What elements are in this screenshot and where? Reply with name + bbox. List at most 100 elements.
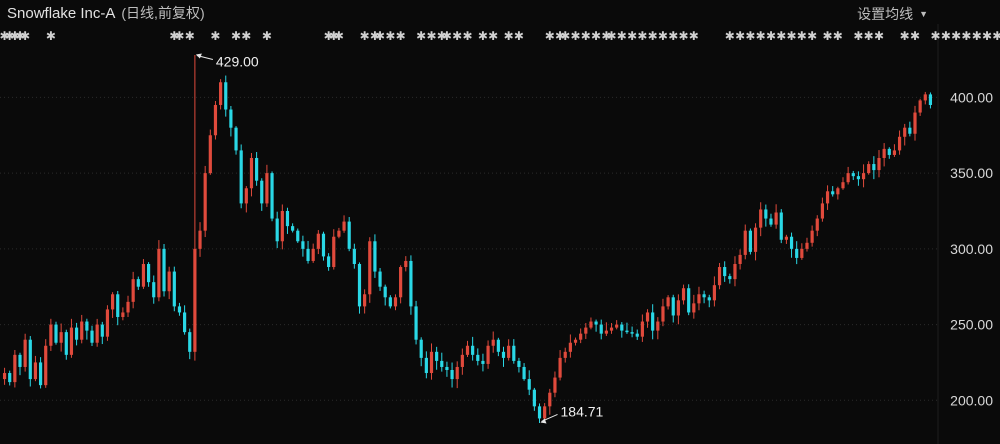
- candle-body: [167, 271, 171, 292]
- candle-body: [95, 324, 99, 343]
- event-marker-icon: ✱: [617, 29, 627, 43]
- event-markers: ✱✱✱✱✱ ✱ ✱✱ ✱ ✱ ✱ ✱ ✱ ✱✱✱ ✱ ✱✱ ✱ ✱ ✱ ✱ ✱✱ ✱ ✱ ✱ ✱ ✱ ✱ ✱ ✱✱ ✱ ✱ ✱ ✱✱ ✱…: [0, 29, 1000, 43]
- candle-body: [69, 327, 74, 355]
- event-marker-icon: ✱: [992, 29, 1000, 43]
- candle-body: [455, 366, 459, 380]
- candle-body: [131, 279, 135, 302]
- candle-body: [424, 357, 428, 374]
- candle-body: [589, 321, 593, 328]
- event-marker-icon: ✱: [545, 29, 555, 43]
- candle-body: [435, 351, 439, 361]
- candle-body: [501, 351, 506, 358]
- event-marker-icon: ✱: [797, 29, 807, 43]
- candle-body: [85, 321, 89, 331]
- candle-body: [146, 263, 151, 283]
- candle-body: [23, 339, 27, 367]
- candle-body: [733, 263, 737, 280]
- event-marker-icon: ✱: [231, 29, 241, 43]
- event-marker-icon: ✱: [735, 29, 745, 43]
- candle-body: [476, 354, 480, 361]
- candle-body: [604, 330, 608, 334]
- candle-body: [393, 297, 398, 307]
- candle-body: [676, 300, 680, 316]
- candle-body: [152, 282, 156, 298]
- candle-body: [846, 173, 850, 183]
- candle-body: [548, 392, 552, 407]
- candle-body: [301, 241, 305, 249]
- candle-body: [609, 327, 614, 331]
- candle-body: [172, 271, 176, 307]
- candle-body: [892, 150, 897, 155]
- candle-body: [661, 306, 665, 322]
- candle-body: [851, 173, 855, 177]
- event-marker-icon: ✱: [910, 29, 920, 43]
- event-marker-icon: ✱: [334, 29, 344, 43]
- candle-body: [897, 136, 902, 151]
- candle-body: [820, 203, 825, 219]
- candle-body: [712, 285, 716, 301]
- event-marker-icon: ✱: [46, 29, 56, 43]
- event-marker-icon: ✱: [20, 29, 30, 43]
- candle-body: [810, 230, 814, 243]
- candle-body: [136, 279, 140, 287]
- candle-body: [440, 360, 444, 367]
- event-marker-icon: ✱: [961, 29, 971, 43]
- candle-body: [414, 306, 418, 340]
- event-marker-icon: ✱: [606, 29, 616, 43]
- event-marker-icon: ✱: [627, 29, 637, 43]
- candle-body: [208, 135, 212, 174]
- event-marker-icon: ✱: [787, 29, 797, 43]
- candle-body: [213, 104, 218, 136]
- candle-body: [769, 218, 773, 225]
- candle-body: [795, 248, 799, 258]
- event-marker-icon: ✱: [679, 29, 689, 43]
- candle-body: [399, 267, 403, 298]
- candle-body: [28, 339, 32, 380]
- event-marker-icon: ✱: [951, 29, 961, 43]
- event-marker-icon: ✱: [504, 29, 514, 43]
- candle-body: [419, 339, 423, 358]
- candle-body: [306, 248, 310, 261]
- candle-body: [162, 248, 166, 292]
- candle-body: [491, 339, 495, 346]
- candle-body: [723, 267, 727, 277]
- candle-body: [630, 332, 634, 334]
- candle-body: [285, 210, 290, 227]
- candle-body: [332, 236, 336, 268]
- candle-body: [450, 369, 454, 380]
- event-marker-icon: ✱: [452, 29, 462, 43]
- candle-body: [357, 263, 362, 307]
- candle-body: [568, 342, 572, 352]
- candle-body: [296, 230, 300, 242]
- event-marker-icon: ✱: [776, 29, 786, 43]
- high-arrowhead: [195, 53, 202, 59]
- candle-body: [74, 327, 79, 340]
- candle-body: [121, 312, 125, 317]
- candle-body: [620, 324, 624, 331]
- candle-body: [321, 233, 326, 257]
- candle-body: [486, 345, 490, 364]
- candle-body: [49, 324, 53, 346]
- candle-body: [928, 94, 933, 105]
- candle-body: [687, 288, 691, 313]
- candle-body: [388, 297, 392, 307]
- candle-body: [681, 288, 686, 301]
- candle-body: [255, 157, 259, 181]
- event-marker-icon: ✱: [658, 29, 668, 43]
- candle-body: [671, 297, 675, 316]
- candle-body: [347, 221, 351, 249]
- candle-body: [244, 188, 248, 204]
- candle-body: [383, 286, 387, 298]
- event-marker-icon: ✱: [488, 29, 498, 43]
- candle-body: [532, 389, 536, 407]
- candle-body: [2, 373, 7, 380]
- y-tick-label: 200.00: [950, 392, 993, 408]
- candle-body: [59, 332, 63, 343]
- candle-body: [759, 209, 763, 228]
- candle-body: [342, 221, 346, 231]
- candle-body: [229, 109, 233, 128]
- candle-body: [867, 164, 871, 174]
- candle-body: [234, 127, 238, 151]
- candle-body: [923, 94, 927, 101]
- gridlines: [0, 24, 939, 444]
